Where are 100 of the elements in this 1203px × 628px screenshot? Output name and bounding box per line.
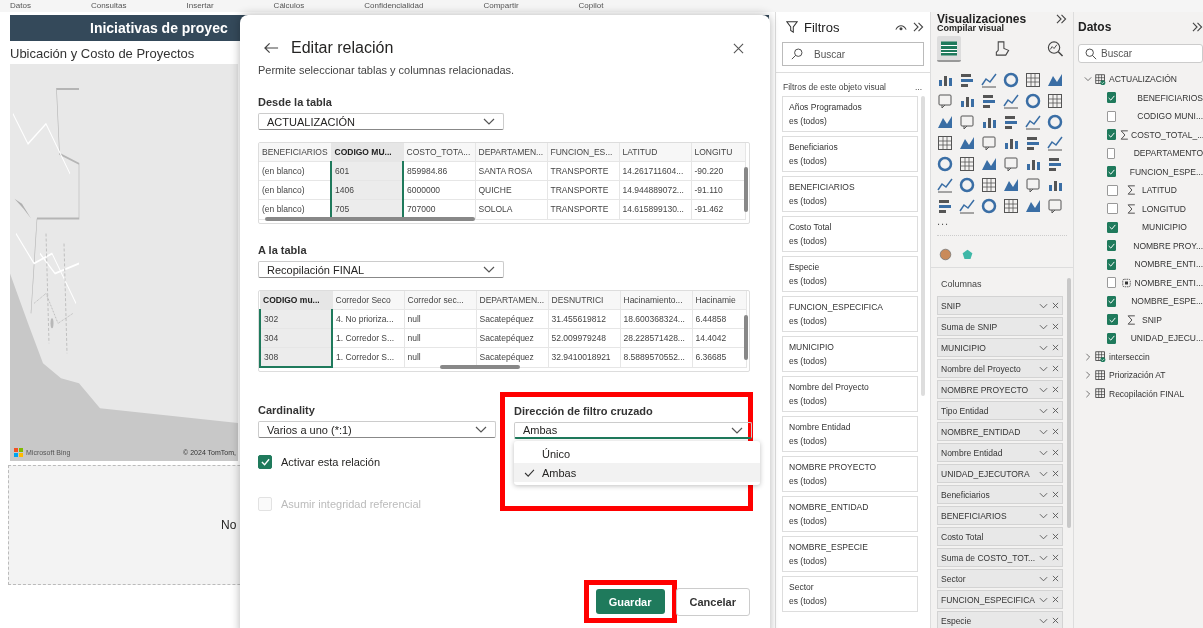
- checkbox[interactable]: [1107, 295, 1116, 307]
- filter-card[interactable]: Sector es (todos): [782, 576, 918, 612]
- field-pill[interactable]: Nombre Entidad: [937, 443, 1063, 462]
- checkbox[interactable]: [1107, 221, 1118, 233]
- visual-type-icon[interactable]: [1003, 114, 1019, 130]
- visual-type-icon[interactable]: [1025, 114, 1041, 130]
- chevron-down-icon[interactable]: [1039, 533, 1048, 540]
- field-pill[interactable]: Costo Total: [937, 527, 1063, 546]
- visual-type-icon[interactable]: [959, 114, 975, 130]
- field-pill[interactable]: SNIP: [937, 296, 1063, 315]
- checkbox[interactable]: [1107, 147, 1116, 159]
- visual-type-icon[interactable]: [981, 135, 997, 151]
- visual-type-icon[interactable]: [1003, 72, 1019, 88]
- save-button[interactable]: Guardar: [595, 589, 665, 614]
- remove-icon[interactable]: [1052, 533, 1059, 540]
- chevron-down-icon[interactable]: [1039, 428, 1048, 435]
- visual-type-icon[interactable]: [937, 156, 953, 172]
- remove-icon[interactable]: [1052, 596, 1059, 603]
- column-header[interactable]: LATITUD: [619, 143, 691, 162]
- more-visuals[interactable]: ...: [937, 215, 1067, 227]
- chevron-down-icon[interactable]: [1039, 596, 1048, 603]
- field-item[interactable]: NOMBRE_ESPE...: [1078, 292, 1203, 311]
- visual-type-icon[interactable]: [1047, 198, 1063, 214]
- ribbon-tab[interactable]: Compartir: [483, 0, 519, 12]
- visual-type-icon[interactable]: [1025, 72, 1041, 88]
- field-pill[interactable]: Suma de SNIP: [937, 317, 1063, 336]
- remove-icon[interactable]: [1052, 470, 1059, 477]
- close-icon[interactable]: [733, 42, 744, 54]
- remove-icon[interactable]: [1052, 386, 1059, 393]
- ribbon-tab[interactable]: Cálculos: [273, 0, 305, 12]
- chevron-down-icon[interactable]: [1039, 365, 1048, 372]
- field-pill[interactable]: Beneficiarios: [937, 485, 1063, 504]
- filter-card[interactable]: NOMBRE_ESPECIE es (todos): [782, 536, 918, 572]
- vertical-scrollbar[interactable]: [1067, 278, 1071, 528]
- visual-type-icon[interactable]: [1047, 93, 1063, 109]
- column-header[interactable]: BENEFICIARIOS: [259, 143, 331, 162]
- field-pill[interactable]: Especie: [937, 611, 1063, 628]
- visual-type-icon[interactable]: [937, 93, 953, 109]
- ribbon-tab[interactable]: Copilot: [578, 0, 604, 12]
- field-item[interactable]: LATITUD: [1078, 181, 1203, 200]
- filter-card[interactable]: FUNCION_ESPECIFICA es (todos): [782, 296, 918, 332]
- field-item[interactable]: NOMBRE_ENTI...: [1078, 255, 1203, 274]
- field-item[interactable]: SNIP: [1078, 310, 1203, 329]
- visual-type-icon[interactable]: [959, 156, 975, 172]
- column-header[interactable]: DEPARTAMEN...: [475, 143, 547, 162]
- field-pill[interactable]: UNIDAD_EJECUTORA: [937, 464, 1063, 483]
- chevron-down-icon[interactable]: [1039, 491, 1048, 498]
- more-options[interactable]: ...: [914, 82, 922, 92]
- search-field[interactable]: Buscar: [1078, 44, 1203, 63]
- menu-option[interactable]: Único: [514, 444, 760, 463]
- visual-type-icon[interactable]: [1025, 93, 1041, 109]
- field-item[interactable]: CODIGO MUNI...: [1078, 107, 1203, 126]
- field-item[interactable]: BENEFICIARIOS: [1078, 88, 1203, 107]
- checkbox[interactable]: [1107, 203, 1118, 215]
- checkbox[interactable]: [1107, 314, 1118, 326]
- checkbox[interactable]: [1107, 110, 1117, 122]
- remove-icon[interactable]: [1052, 407, 1059, 414]
- filter-card[interactable]: Nombre del Proyecto es (todos): [782, 376, 918, 412]
- visual-type-icon[interactable]: [1047, 135, 1063, 151]
- visual-type-icon[interactable]: [1003, 198, 1019, 214]
- chevron-down-icon[interactable]: [1039, 323, 1048, 330]
- collapse-pane-icon[interactable]: [1192, 22, 1203, 32]
- column-header[interactable]: DEPARTAMEN...: [476, 291, 548, 310]
- remove-icon[interactable]: [1052, 449, 1059, 456]
- vertical-scrollbar[interactable]: [744, 167, 748, 212]
- chevron-down-icon[interactable]: [1039, 386, 1048, 393]
- visual-type-icon[interactable]: [1003, 177, 1019, 193]
- vertical-scrollbar[interactable]: [921, 96, 925, 396]
- chevron-down-icon[interactable]: [1039, 344, 1048, 351]
- visual-type-icon[interactable]: [981, 177, 997, 193]
- column-header[interactable]: COSTO_TOTA...: [403, 143, 475, 162]
- menu-option[interactable]: Ambas: [514, 463, 760, 482]
- visual-type-icon[interactable]: [981, 156, 997, 172]
- field-pill[interactable]: MUNICIPIO: [937, 338, 1063, 357]
- visual-type-icon[interactable]: [981, 93, 997, 109]
- visual-type-icon[interactable]: [1003, 156, 1019, 172]
- visual-type-icon[interactable]: [959, 72, 975, 88]
- table-node[interactable]: Recopilación FINAL: [1078, 384, 1203, 403]
- visual-type-icon[interactable]: [1047, 156, 1063, 172]
- checkbox[interactable]: [258, 455, 272, 469]
- chevron-down-icon[interactable]: [1039, 449, 1048, 456]
- remove-icon[interactable]: [1052, 365, 1059, 372]
- visual-type-icon[interactable]: [1025, 198, 1041, 214]
- build-tab[interactable]: [937, 36, 961, 62]
- chevron-down-icon[interactable]: [1039, 512, 1048, 519]
- visual-type-icon[interactable]: [1003, 93, 1019, 109]
- visual-type-icon[interactable]: [937, 198, 953, 214]
- visual-type-icon[interactable]: [959, 135, 975, 151]
- field-item[interactable]: NOMBRE_ENTI...: [1078, 273, 1203, 292]
- remove-icon[interactable]: [1052, 302, 1059, 309]
- field-pill[interactable]: Tipo Entidad: [937, 401, 1063, 420]
- field-pill[interactable]: BENEFICIARIOS: [937, 506, 1063, 525]
- filter-card[interactable]: Años Programados es (todos): [782, 96, 918, 132]
- remove-icon[interactable]: [1052, 323, 1059, 330]
- column-header[interactable]: Hacinamiento...: [620, 291, 692, 310]
- cardinality-dropdown[interactable]: Varios a uno (*:1): [258, 421, 496, 438]
- visual-type-icon[interactable]: [937, 114, 953, 130]
- cancel-button[interactable]: Cancelar: [675, 587, 750, 616]
- custom-visual-icon[interactable]: [939, 248, 952, 261]
- column-header[interactable]: LONGITU: [691, 143, 745, 162]
